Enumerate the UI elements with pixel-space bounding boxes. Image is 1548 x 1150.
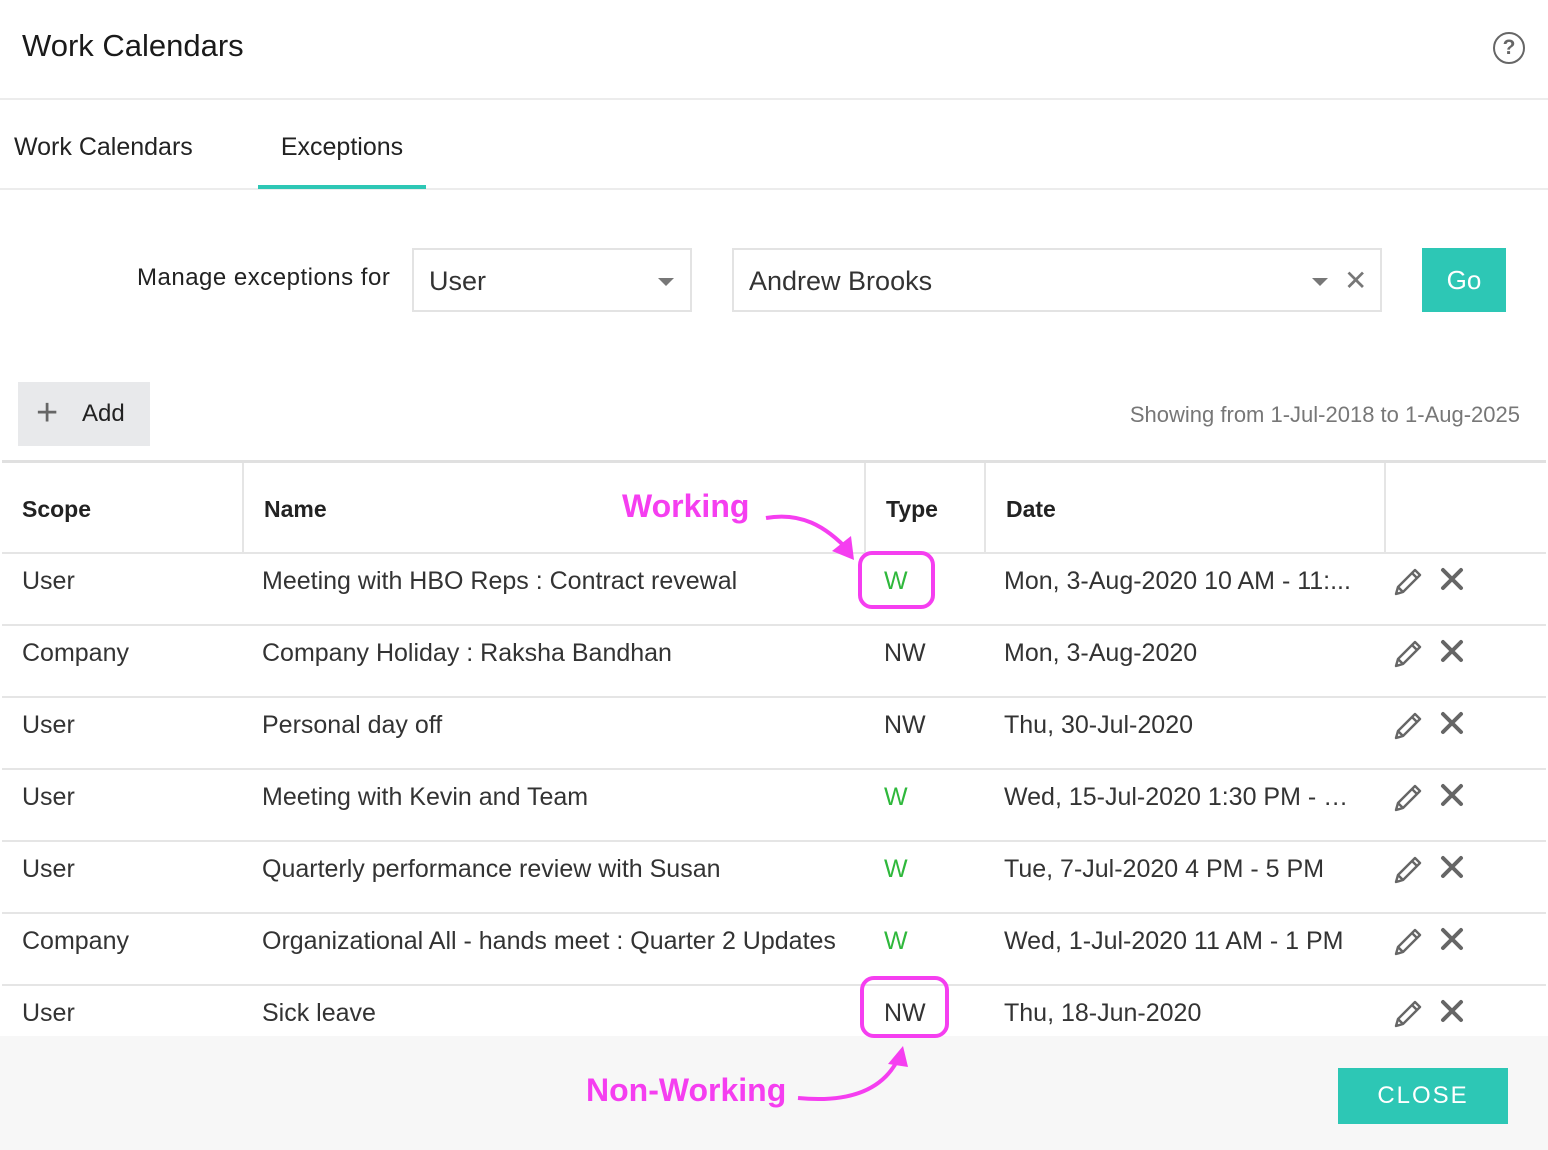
cell-type: NW: [884, 711, 926, 739]
cell-type: W: [884, 927, 908, 955]
cell-date: Mon, 3-Aug-2020: [1004, 639, 1198, 667]
cell-date: Wed, 15-Jul-2020 1:30 PM - 2:...: [1004, 783, 1360, 811]
person-select[interactable]: Andrew Brooks ✕: [732, 248, 1382, 312]
tab-bar: Work Calendars Exceptions: [0, 100, 1548, 190]
column-header-actions: [1386, 463, 1546, 552]
cell-date: Tue, 7-Jul-2020 4 PM - 5 PM: [1004, 855, 1325, 883]
tab-work-calendars[interactable]: Work Calendars: [14, 100, 234, 188]
table-row[interactable]: User Personal day off NW Thu, 30-Jul-2020: [2, 698, 1546, 770]
cell-type: W: [884, 783, 908, 811]
cell-name: Meeting with Kevin and Team: [262, 783, 589, 811]
cell-scope: Company: [22, 927, 129, 955]
plus-icon: +: [36, 392, 59, 434]
tab-exceptions[interactable]: Exceptions: [258, 100, 426, 189]
close-x-icon[interactable]: [1437, 780, 1467, 810]
exceptions-table: Scope Name Type Date User Meeting with HB…: [2, 460, 1546, 1058]
pencil-icon[interactable]: [1390, 564, 1426, 600]
person-select-value: Andrew Brooks: [749, 266, 933, 296]
help-circle-icon[interactable]: ?: [1493, 32, 1525, 64]
table-row[interactable]: User Meeting with Kevin and Team W Wed, 15-…: [2, 770, 1546, 842]
pencil-icon[interactable]: [1390, 924, 1426, 960]
cell-scope: User: [22, 783, 75, 811]
manage-exceptions-label: Manage exceptions for: [137, 264, 391, 291]
annotation-non-working: Non-Working: [586, 1072, 787, 1108]
close-button[interactable]: CLOSE: [1338, 1068, 1508, 1124]
column-header-scope[interactable]: Scope: [2, 463, 244, 552]
go-button[interactable]: Go: [1422, 248, 1506, 312]
annotation-highlight-non-working: [860, 976, 949, 1038]
cell-date: Wed, 1-Jul-2020 11 AM - 1 PM: [1004, 927, 1344, 955]
table-row[interactable]: Company Company Holiday : Raksha Bandhan N…: [2, 626, 1546, 698]
add-button-label: Add: [82, 400, 125, 427]
table-row[interactable]: User Meeting with HBO Reps : Contract rev…: [2, 554, 1546, 626]
annotation-working: Working: [622, 488, 750, 524]
close-x-icon[interactable]: [1437, 708, 1467, 738]
cell-type: NW: [884, 639, 926, 667]
dialog-title: Work Calendars: [22, 28, 244, 63]
pencil-icon[interactable]: [1390, 708, 1426, 744]
date-range-text: Showing from 1-Jul-2018 to 1-Aug-2025: [1129, 402, 1520, 427]
cell-name: Quarterly performance review with Susan: [262, 855, 721, 883]
close-x-icon[interactable]: [1437, 996, 1467, 1026]
close-x-icon[interactable]: [1437, 852, 1467, 882]
scope-select[interactable]: User: [412, 248, 692, 312]
column-header-type[interactable]: Type: [866, 463, 986, 552]
pencil-icon[interactable]: [1390, 636, 1426, 672]
caret-down-icon: [658, 278, 674, 286]
cell-scope: User: [22, 711, 75, 739]
pencil-icon[interactable]: [1390, 996, 1426, 1032]
cell-scope: User: [22, 567, 75, 595]
cell-date: Mon, 3-Aug-2020 10 AM - 11:...: [1004, 567, 1351, 595]
caret-down-icon: [1312, 278, 1328, 286]
cell-name: Organizational All - hands meet : Quarte…: [262, 927, 836, 955]
cell-scope: Company: [22, 639, 129, 667]
table-header: Scope Name Type Date: [2, 463, 1546, 554]
cell-name: Personal day off: [262, 711, 443, 739]
cell-type: W: [884, 855, 908, 883]
annotation-highlight-working: [858, 551, 935, 609]
cell-scope: User: [22, 855, 75, 883]
column-header-name[interactable]: Name: [244, 463, 866, 552]
close-x-icon[interactable]: [1437, 636, 1467, 666]
add-button[interactable]: + Add: [18, 382, 150, 446]
table-row[interactable]: Company Organizational All - hands meet :…: [2, 914, 1546, 986]
cell-name: Meeting with HBO Reps : Contract revewal: [262, 567, 738, 595]
clear-x-icon[interactable]: ✕: [1344, 264, 1367, 297]
close-x-icon[interactable]: [1437, 924, 1467, 954]
dialog-header: Work Calendars ?: [0, 0, 1548, 100]
pencil-icon[interactable]: [1390, 852, 1426, 888]
cell-date: Thu, 30-Jul-2020: [1004, 711, 1194, 739]
close-x-icon[interactable]: [1437, 564, 1467, 594]
column-header-date[interactable]: Date: [986, 463, 1386, 552]
pencil-icon[interactable]: [1390, 780, 1426, 816]
cell-name: Company Holiday : Raksha Bandhan: [262, 639, 672, 667]
table-row[interactable]: User Quarterly performance review with Su…: [2, 842, 1546, 914]
scope-select-value: User: [429, 266, 487, 296]
